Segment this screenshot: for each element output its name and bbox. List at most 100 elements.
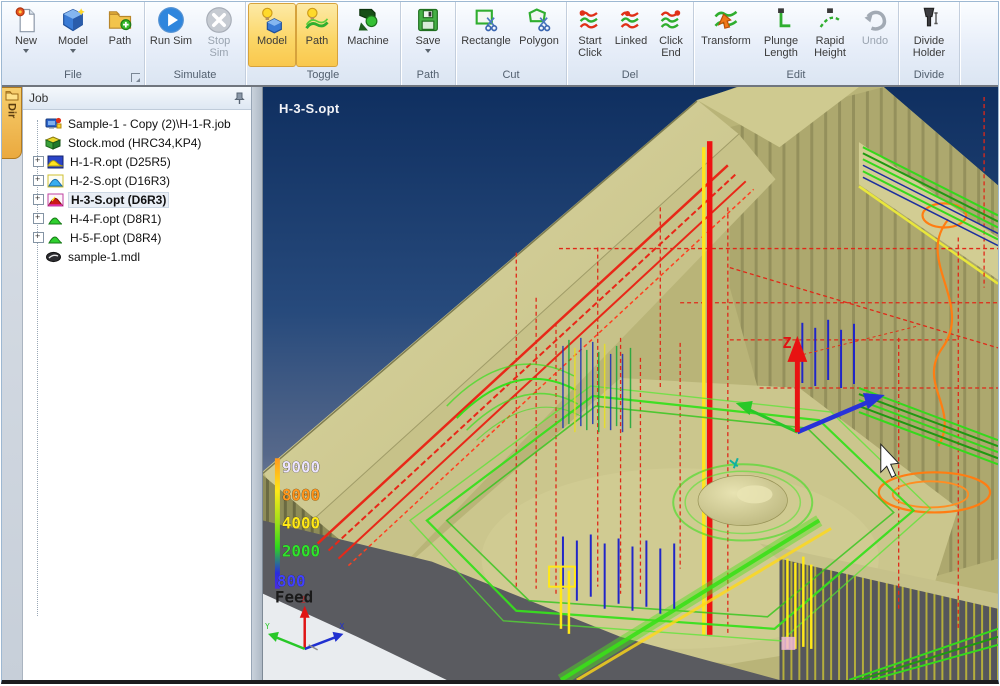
toggle-model-button[interactable]: Model bbox=[248, 3, 296, 67]
transform-button[interactable]: Transform bbox=[696, 3, 756, 67]
toggle-path-label: Path bbox=[306, 35, 329, 47]
expander-icon[interactable] bbox=[33, 213, 44, 224]
del-linked-button[interactable]: Linked bbox=[611, 3, 651, 67]
click-end-icon bbox=[657, 6, 685, 34]
expander-icon[interactable] bbox=[33, 194, 44, 205]
save-floppy-icon bbox=[414, 6, 442, 34]
toggle-model-icon bbox=[258, 6, 286, 34]
group-label-divide: Divide bbox=[914, 69, 945, 81]
tree-item-model-file[interactable]: sample-1.mdl bbox=[33, 247, 251, 266]
h3s-surface-icon bbox=[47, 193, 64, 207]
plunge-length-icon bbox=[767, 6, 795, 34]
toggle-machine-label: Machine bbox=[347, 35, 389, 47]
origin-x-label: X bbox=[339, 622, 344, 631]
h4f-surface-icon bbox=[47, 212, 64, 226]
save-button[interactable]: Save bbox=[403, 3, 453, 67]
run-sim-button[interactable]: Run Sim bbox=[147, 3, 195, 67]
tree-item-label: H-1-R.opt (D25R5) bbox=[68, 155, 173, 169]
tree-item-label: H-3-S.opt (D6R3) bbox=[68, 192, 169, 208]
toggle-path-button[interactable]: Path bbox=[296, 3, 338, 67]
divide-holder-label: Divide Holder bbox=[903, 35, 955, 59]
dir-tab-label: Dir bbox=[6, 103, 18, 118]
polygon-cut-icon bbox=[525, 6, 553, 34]
tree-item-h1r[interactable]: H-1-R.opt (D25R5) bbox=[33, 152, 251, 171]
viewport-3d[interactable]: Z Z X Y 9000 bbox=[263, 87, 998, 680]
toggle-machine-button[interactable]: Machine bbox=[338, 3, 398, 67]
start-click-icon bbox=[576, 6, 604, 34]
undo-label: Undo bbox=[862, 35, 888, 47]
group-label-simulate: Simulate bbox=[174, 69, 217, 81]
expander-icon[interactable] bbox=[33, 232, 44, 243]
group-label-cut: Cut bbox=[502, 69, 519, 81]
new-document-icon bbox=[12, 6, 40, 34]
job-file-icon bbox=[45, 117, 62, 131]
expander-icon[interactable] bbox=[33, 175, 44, 186]
transform-label: Transform bbox=[701, 35, 751, 47]
divide-holder-button[interactable]: Divide Holder bbox=[901, 3, 957, 67]
origin-y-label: Y bbox=[265, 622, 270, 631]
path-open-label: Path bbox=[109, 35, 132, 47]
del-linked-label: Linked bbox=[615, 35, 647, 47]
job-tree: Sample-1 - Copy (2)\H-1-R.job Stock.mod … bbox=[23, 110, 251, 680]
cut-rectangle-button[interactable]: Rectangle bbox=[458, 3, 514, 67]
h2s-surface-icon bbox=[47, 174, 64, 188]
tree-item-label: H-2-S.opt (D16R3) bbox=[68, 174, 172, 188]
job-panel: Job Sample-1 - Copy (2)\H-1-R.job Stock.… bbox=[23, 87, 252, 680]
tree-item-label: Stock.mod (HRC34,KP4) bbox=[66, 136, 203, 150]
panel-splitter[interactable] bbox=[252, 87, 263, 680]
cut-polygon-label: Polygon bbox=[519, 35, 559, 47]
ribbon-group-simulate: Run Sim Stop Sim Simulate bbox=[145, 2, 246, 85]
plunge-length-label: Plunge Length bbox=[758, 35, 804, 59]
del-start-click-label: Start Click bbox=[571, 35, 609, 59]
run-sim-label: Run Sim bbox=[150, 35, 192, 47]
tree-item-h3s-selected[interactable]: H-3-S.opt (D6R3) bbox=[33, 190, 251, 209]
folder-path-icon bbox=[106, 6, 134, 34]
tree-item-job-file[interactable]: Sample-1 - Copy (2)\H-1-R.job bbox=[33, 114, 251, 133]
new-dropdown-caret-icon[interactable] bbox=[23, 49, 29, 53]
expander-icon[interactable] bbox=[33, 156, 44, 167]
save-dropdown-caret-icon[interactable] bbox=[425, 49, 431, 53]
pin-icon[interactable] bbox=[234, 92, 245, 105]
stop-sim-label: Stop Sim bbox=[197, 35, 241, 59]
divide-holder-icon bbox=[915, 6, 943, 34]
group-label-edit: Edit bbox=[787, 69, 806, 81]
ribbon-group-toggle: Model Path Machine Toggle bbox=[246, 2, 401, 85]
h5f-surface-icon bbox=[47, 231, 64, 245]
rapid-height-icon bbox=[816, 6, 844, 34]
z-axis-label: Z bbox=[782, 334, 791, 352]
tree-item-h4f[interactable]: H-4-F.opt (D8R1) bbox=[33, 209, 251, 228]
tree-item-stock[interactable]: Stock.mod (HRC34,KP4) bbox=[33, 133, 251, 152]
model-button[interactable]: Model bbox=[48, 3, 98, 67]
del-click-end-button[interactable]: Click End bbox=[651, 3, 691, 67]
ribbon-group-del: Start Click Linked Click End Del bbox=[567, 2, 694, 85]
rapid-height-button[interactable]: Rapid Height bbox=[806, 3, 854, 67]
h1r-surface-icon bbox=[47, 155, 64, 169]
del-start-click-button[interactable]: Start Click bbox=[569, 3, 611, 67]
group-label-path: Path bbox=[417, 69, 440, 81]
toggle-path-icon bbox=[303, 6, 331, 34]
viewport-active-path-label: H-3-S.opt bbox=[279, 101, 339, 116]
plunge-length-button[interactable]: Plunge Length bbox=[756, 3, 806, 67]
tree-item-h2s[interactable]: H-2-S.opt (D16R3) bbox=[33, 171, 251, 190]
model-dropdown-caret-icon[interactable] bbox=[70, 49, 76, 53]
stop-sim-button[interactable]: Stop Sim bbox=[195, 3, 243, 67]
dir-tab[interactable]: Dir bbox=[2, 87, 22, 159]
group-label-del: Del bbox=[622, 69, 639, 81]
path-open-button[interactable]: Path bbox=[98, 3, 142, 67]
undo-icon bbox=[861, 6, 889, 34]
model-label: Model bbox=[58, 35, 88, 47]
feed-legend-title: Feed bbox=[275, 588, 313, 607]
tree-item-h5f[interactable]: H-5-F.opt (D8R4) bbox=[33, 228, 251, 247]
transform-icon bbox=[712, 6, 740, 34]
dialog-launcher-icon[interactable] bbox=[131, 73, 140, 82]
tree-item-label: sample-1.mdl bbox=[66, 250, 142, 264]
undo-button[interactable]: Undo bbox=[854, 3, 896, 67]
del-click-end-label: Click End bbox=[653, 35, 689, 59]
machine-icon bbox=[354, 6, 382, 34]
new-label: New bbox=[15, 35, 37, 47]
group-label-toggle: Toggle bbox=[307, 69, 339, 81]
ribbon-group-path: Save Path bbox=[401, 2, 456, 85]
ribbon-filler bbox=[960, 2, 998, 85]
cut-polygon-button[interactable]: Polygon bbox=[514, 3, 564, 67]
new-button[interactable]: New bbox=[4, 3, 48, 67]
